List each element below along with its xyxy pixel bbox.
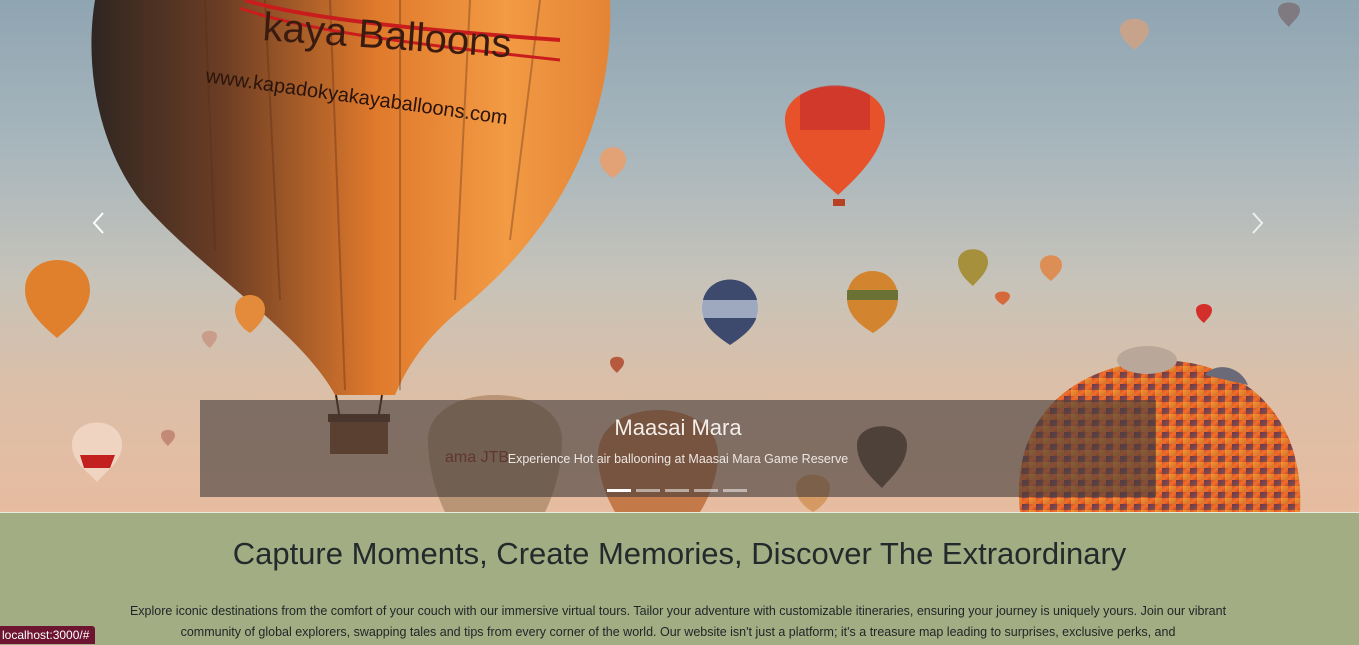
section-headline: Capture Moments, Create Memories, Discov… — [232, 536, 1127, 571]
slide-title: Maasai Mara — [614, 415, 742, 440]
chevron-right-icon — [1252, 212, 1264, 234]
chevron-left-icon — [92, 212, 104, 234]
slide-subtitle: Experience Hot air ballooning at Maasai … — [507, 452, 849, 466]
section-paragraph: Explore iconic destinations from the com… — [129, 604, 1227, 639]
carousel-indicator-2[interactable] — [636, 489, 660, 492]
carousel-indicator-1[interactable] — [607, 489, 631, 492]
carousel-prev-button[interactable] — [78, 205, 118, 241]
carousel-indicator-4[interactable] — [694, 489, 718, 492]
carousel-indicator-5[interactable] — [723, 489, 747, 492]
carousel-indicators — [607, 489, 747, 495]
carousel-indicator-3[interactable] — [665, 489, 689, 492]
status-bar-url: localhost:3000/# — [0, 626, 96, 644]
carousel-next-button[interactable] — [1238, 205, 1278, 241]
intro-section: Capture Moments, Create Memories, Discov… — [0, 512, 1359, 645]
carousel-caption: Maasai Mara Experience Hot air balloonin… — [200, 400, 1156, 497]
hero-carousel: kaya Balloons www.kapadokyakayaballoons.… — [0, 0, 1359, 512]
